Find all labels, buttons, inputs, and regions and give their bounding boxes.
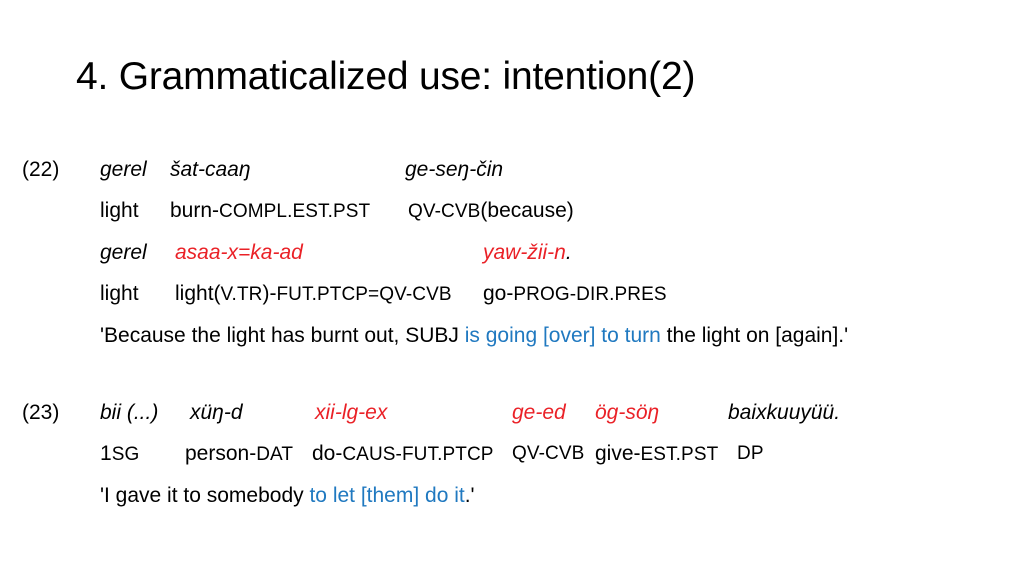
gloss-stem: person-: [185, 442, 257, 465]
gloss-tag: QV-CVB: [408, 201, 481, 222]
gloss-word: light(V.TR)-FUT.PTCP=QV-CVB: [175, 279, 452, 310]
gloss-word: go-PROG-DIR.PRES: [483, 279, 667, 310]
gloss-tag: COMPL.EST.PST: [219, 201, 371, 222]
vernacular-word-highlighted: asaa-x=ka-ad: [175, 241, 303, 264]
gloss-separator: )-: [262, 282, 277, 305]
gloss-word: 1SG: [100, 439, 139, 470]
gloss-word: give-EST.PST: [595, 439, 718, 470]
translation-part-2: .': [464, 484, 475, 507]
gloss-word: QV-CVB(because): [408, 196, 574, 227]
gloss-stem: light(: [175, 282, 221, 305]
gloss-word: burn-COMPL.EST.PST: [170, 196, 370, 227]
gloss-tag: FUT.PTCP=QV-CVB: [276, 284, 452, 305]
vernacular-word: xüŋ-d: [190, 401, 243, 424]
example-block-23: (23) bii (...) xüŋ-d xii-lg-ex ge-ed ög-…: [0, 398, 1024, 521]
vernacular-word-highlighted: ög-söŋ: [595, 401, 660, 424]
gloss-word: do-CAUS-FUT.PTCP: [312, 439, 494, 470]
example-23-gloss-line-1: 1SG person-DAT do-CAUS-FUT.PTCP QV-CVB g…: [0, 439, 1024, 481]
vernacular-highlight-text: yaw-žii-n: [483, 241, 566, 264]
free-translation: 'Because the light has burnt out, SUBJ i…: [100, 321, 848, 351]
translation-highlight: to let [them] do it: [309, 484, 465, 507]
sentence-period: .: [565, 241, 572, 264]
gloss-tag: CAUS-FUT.PTCP: [342, 444, 494, 465]
translation-part-1: 'Because the light has burnt out, SUBJ: [100, 324, 465, 347]
example-22-vernacular-line-2: gerel asaa-x=ka-ad yaw-žii-n.: [0, 238, 1024, 279]
vernacular-word-highlighted: yaw-žii-n.: [483, 238, 572, 268]
vernacular-word: gerel: [100, 241, 147, 264]
gloss-tag: DP: [737, 443, 764, 464]
gloss-tag: V.TR: [220, 284, 263, 305]
page-title: 4. Grammaticalized use: intention(2): [76, 55, 696, 98]
example-number-23: (23): [22, 401, 60, 424]
gloss-tag: PROG-DIR.PRES: [513, 284, 667, 305]
example-22-gloss-line-2: light light(V.TR)-FUT.PTCP=QV-CVB go-PRO…: [0, 279, 1024, 321]
vernacular-word: šat-caaŋ: [170, 158, 251, 181]
example-23-vernacular-line-1: (23) bii (...) xüŋ-d xii-lg-ex ge-ed ög-…: [0, 398, 1024, 439]
vernacular-word: ge-seŋ-čin: [405, 158, 504, 181]
gloss-stem: do-: [312, 442, 343, 465]
example-23-translation-line: 'I gave it to somebody to let [them] do …: [0, 481, 1024, 521]
gloss-stem: go-: [483, 282, 514, 305]
vernacular-word: bii (...): [100, 401, 159, 424]
gloss-parenthetical: (because): [480, 199, 574, 222]
gloss-tag: QV-CVB: [512, 443, 585, 464]
slide-canvas: 4. Grammaticalized use: intention(2) (22…: [0, 0, 1024, 576]
gloss-person-number: 1: [100, 442, 112, 465]
translation-highlight: is going [over] to turn: [464, 324, 661, 347]
translation-part-2: the light on [again].': [660, 324, 849, 347]
example-block-22: (22) gerel šat-caaŋ ge-seŋ-čin light bur…: [0, 155, 1024, 361]
gloss-tag: SG: [111, 444, 140, 465]
gloss-word: person-DAT: [185, 439, 293, 470]
gloss-word: light: [100, 199, 139, 222]
gloss-tag: EST.PST: [640, 444, 719, 465]
example-22-vernacular-line-1: (22) gerel šat-caaŋ ge-seŋ-čin: [0, 155, 1024, 196]
vernacular-word-highlighted: ge-ed: [512, 401, 566, 424]
example-22-gloss-line-1: light burn-COMPL.EST.PST QV-CVB(because): [0, 196, 1024, 238]
vernacular-word-highlighted: xii-lg-ex: [315, 401, 388, 424]
gloss-stem: burn-: [170, 199, 220, 222]
gloss-stem: give-: [595, 442, 641, 465]
gloss-word: light: [100, 282, 139, 305]
example-22-translation-line: 'Because the light has burnt out, SUBJ i…: [0, 321, 1024, 361]
vernacular-word: baixkuuyüü.: [728, 401, 841, 424]
vernacular-word: gerel: [100, 158, 147, 181]
free-translation: 'I gave it to somebody to let [them] do …: [100, 481, 475, 511]
translation-part-1: 'I gave it to somebody: [100, 484, 310, 507]
gloss-tag: DAT: [256, 444, 294, 465]
example-number-22: (22): [22, 158, 60, 181]
